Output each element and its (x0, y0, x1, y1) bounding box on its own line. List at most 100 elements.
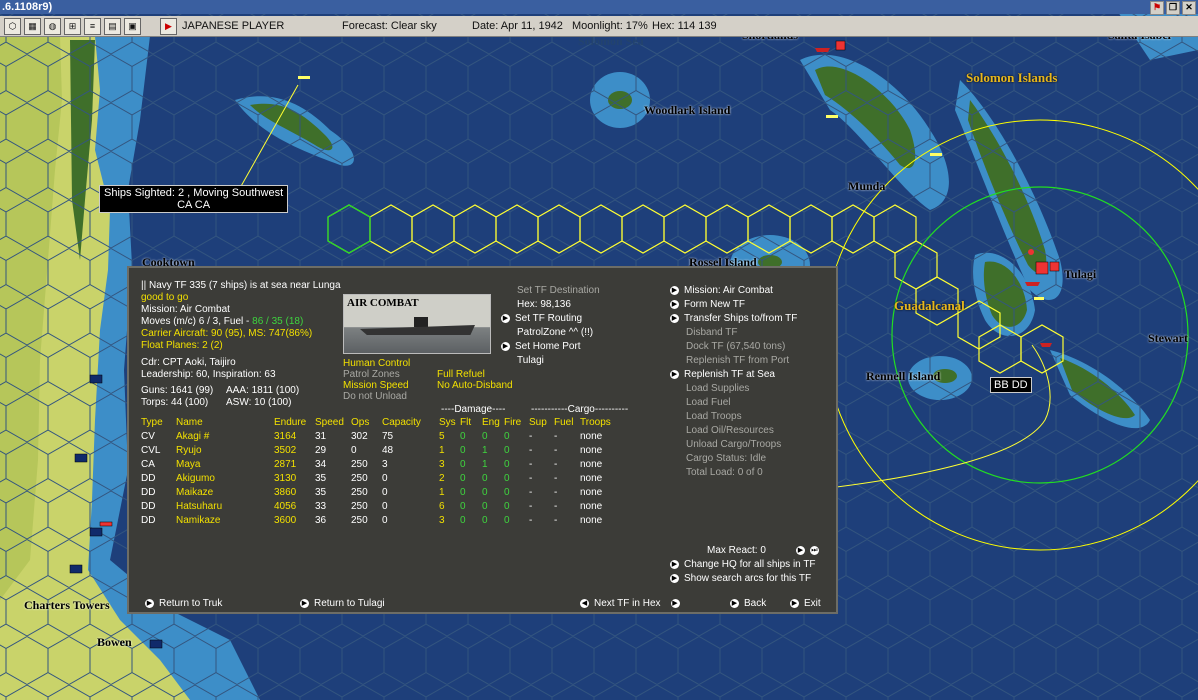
map-label-solomon-islands: Solomon Islands (966, 70, 1058, 85)
back-label: Back (744, 598, 767, 609)
cmd-transfer-ships[interactable]: ▶ Transfer Ships to/from TF (670, 313, 797, 325)
cell-name[interactable]: Akagi # (176, 429, 274, 443)
increase-icon[interactable]: ▶ (795, 545, 805, 555)
cell-type: CVL (141, 444, 161, 456)
arrow-icon: ▶ (670, 559, 679, 569)
back-button[interactable]: ▶ Back (730, 598, 766, 610)
cell-speed: 33 (315, 500, 327, 512)
set-tf-routing-label: Set TF Routing (515, 313, 583, 324)
table-row[interactable]: DD Hatsuharu 4056 33 250 0 6 0 0 0 - - none (141, 499, 620, 513)
map-label-rennell: Rennell Island (866, 369, 941, 383)
end-turn-icon[interactable]: ▶ (160, 18, 177, 35)
cmd-load-troops[interactable]: Load Troops (686, 411, 742, 423)
cell-sup: - (529, 444, 533, 456)
date-label: Date: Apr 11, 1942 (472, 20, 563, 32)
view-icon[interactable]: ▣ (124, 18, 141, 35)
table-row[interactable]: CV Akagi #3164 31 302 75 5 0 0 0 - - none (141, 429, 620, 443)
cell-endure: 3600 (274, 514, 297, 526)
exit-label: Exit (804, 598, 821, 609)
cell-name[interactable]: Maya (176, 457, 274, 471)
ships-sighted-tooltip: Ships Sighted: 2 , Moving Southwest CA C… (99, 185, 289, 213)
cmd-replenish-port[interactable]: Replenish TF from Port (686, 355, 789, 367)
opt-do-not-unload[interactable]: Do not Unload (343, 391, 407, 403)
change-hq[interactable]: ▶ Change HQ for all ships in TF (670, 559, 816, 571)
cell-name[interactable]: Maikaze (176, 485, 274, 499)
tf-carrier-aircraft: Carrier Aircraft: 90 (95), MS: 747(86%) (141, 328, 313, 339)
tf-mission: Mission: Air Combat (141, 304, 230, 315)
moves-text: Moves (m/c) 6 / 3, Fuel - (141, 316, 253, 327)
task-force-panel: || Navy TF 335 (7 ships) is at sea near … (127, 266, 838, 614)
cell-type: CV (141, 430, 155, 442)
cmd-transfer-label: Transfer Ships to/from TF (684, 313, 798, 324)
cell-capacity: 0 (382, 514, 388, 526)
cell-name[interactable]: Namikaze (176, 513, 274, 527)
arrow-icon: ▶ (501, 313, 510, 323)
ships-table: Type Name Endure Speed Ops Capacity Sys … (141, 415, 620, 527)
tf-aaa: AAA: 1811 (100) (226, 385, 300, 396)
max-react[interactable]: Max React: 0 ▶ ⏭ (707, 545, 824, 557)
close-icon[interactable]: ✕ (1182, 1, 1196, 15)
cell-eng: 1 (482, 444, 488, 456)
cmd-dock-tf[interactable]: Dock TF (67,540 tons) (686, 341, 785, 353)
cell-ops: 302 (351, 430, 368, 442)
max-icon[interactable]: ⏭ (809, 545, 819, 555)
cell-speed: 36 (315, 514, 327, 526)
report-icon[interactable]: ▤ (104, 18, 121, 35)
exit-button[interactable]: ▶ Exit (790, 598, 821, 610)
flag-icon[interactable]: ⚑ (1150, 1, 1164, 15)
forecast-label: Forecast: Clear sky (342, 20, 437, 32)
table-row[interactable]: CA Maya 2871 34 250 3 3 0 1 0 - - none (141, 457, 620, 471)
set-tf-routing[interactable]: ▶ Set TF Routing (501, 313, 582, 325)
hex-label: Hex: 114 139 (652, 20, 717, 32)
cmd-form-new-tf[interactable]: ▶ Form New TF (670, 299, 745, 311)
cell-type: DD (141, 514, 156, 526)
cmd-load-supplies[interactable]: Load Supplies (686, 383, 749, 395)
tf-commander[interactable]: Cdr: CPT Aoki, Taijiro (141, 357, 236, 369)
map-icon[interactable]: ▦ (24, 18, 41, 35)
cmd-replenish-sea[interactable]: ▶ Replenish TF at Sea (670, 369, 775, 381)
show-search-arcs[interactable]: ▶ Show search arcs for this TF (670, 573, 811, 585)
cell-name[interactable]: Akigumo (176, 471, 274, 485)
cell-sup: - (529, 458, 533, 470)
opt-no-auto-disband[interactable]: No Auto-Disband (437, 380, 513, 392)
arrow-icon: ▶ (145, 598, 154, 608)
cell-name[interactable]: Ryujo (176, 443, 274, 457)
set-tf-destination[interactable]: Set TF Destination (517, 285, 600, 297)
cmd-load-fuel[interactable]: Load Fuel (686, 397, 730, 409)
cmd-load-oil[interactable]: Load Oil/Resources (686, 425, 774, 437)
cmd-mission[interactable]: ▶ Mission: Air Combat (670, 285, 773, 297)
set-home-port[interactable]: ▶ Set Home Port (501, 341, 581, 353)
total-load: Total Load: 0 of 0 (686, 467, 763, 478)
cell-fuel: - (554, 458, 558, 470)
cmd-unload-cargo[interactable]: Unload Cargo/Troops (686, 439, 781, 451)
table-row[interactable]: DD Akigumo 3130 35 250 0 2 0 0 0 - - none (141, 471, 620, 485)
cell-ops: 0 (351, 444, 357, 456)
restore-icon[interactable]: ❐ (1166, 1, 1180, 15)
globe-icon[interactable]: ◍ (44, 18, 61, 35)
col-ops: Ops (351, 416, 370, 428)
cell-ops: 250 (351, 486, 368, 498)
cell-sys: 1 (439, 444, 445, 456)
cmd-disband-tf[interactable]: Disband TF (686, 327, 738, 339)
cell-fire: 0 (504, 444, 510, 456)
next-tf-button[interactable]: ◀ Next TF in Hex ▶ (580, 598, 685, 610)
hex-grid-icon[interactable]: ⬡ (4, 18, 21, 35)
table-row[interactable]: DD Maikaze 3860 35 250 0 1 0 0 0 - - none (141, 485, 620, 499)
table-row[interactable]: CVL Ryujo 3502 29 0 48 1 0 1 0 - - none (141, 443, 620, 457)
prev-arrow-icon[interactable]: ◀ (580, 598, 589, 608)
cell-name[interactable]: Hatsuharu (176, 499, 274, 513)
cell-type: DD (141, 500, 156, 512)
cell-endure: 3164 (274, 430, 297, 442)
cell-fire: 0 (504, 500, 510, 512)
home-port-name: Tulagi (517, 355, 544, 366)
table-row[interactable]: DD Namikaze 3600 36 250 0 3 0 0 0 - - none (141, 513, 620, 527)
list-icon[interactable]: ≡ (84, 18, 101, 35)
cell-ops: 250 (351, 472, 368, 484)
arrow-icon: ▶ (670, 285, 679, 295)
next-arrow-icon[interactable]: ▶ (670, 598, 680, 608)
return-tulagi-button[interactable]: ▶ Return to Tulagi (300, 598, 385, 610)
return-truk-button[interactable]: ▶ Return to Truk (145, 598, 222, 610)
cell-troops: none (580, 458, 603, 470)
filter-icon[interactable]: ⊞ (64, 18, 81, 35)
map-label-tulagi: Tulagi (1064, 267, 1097, 281)
